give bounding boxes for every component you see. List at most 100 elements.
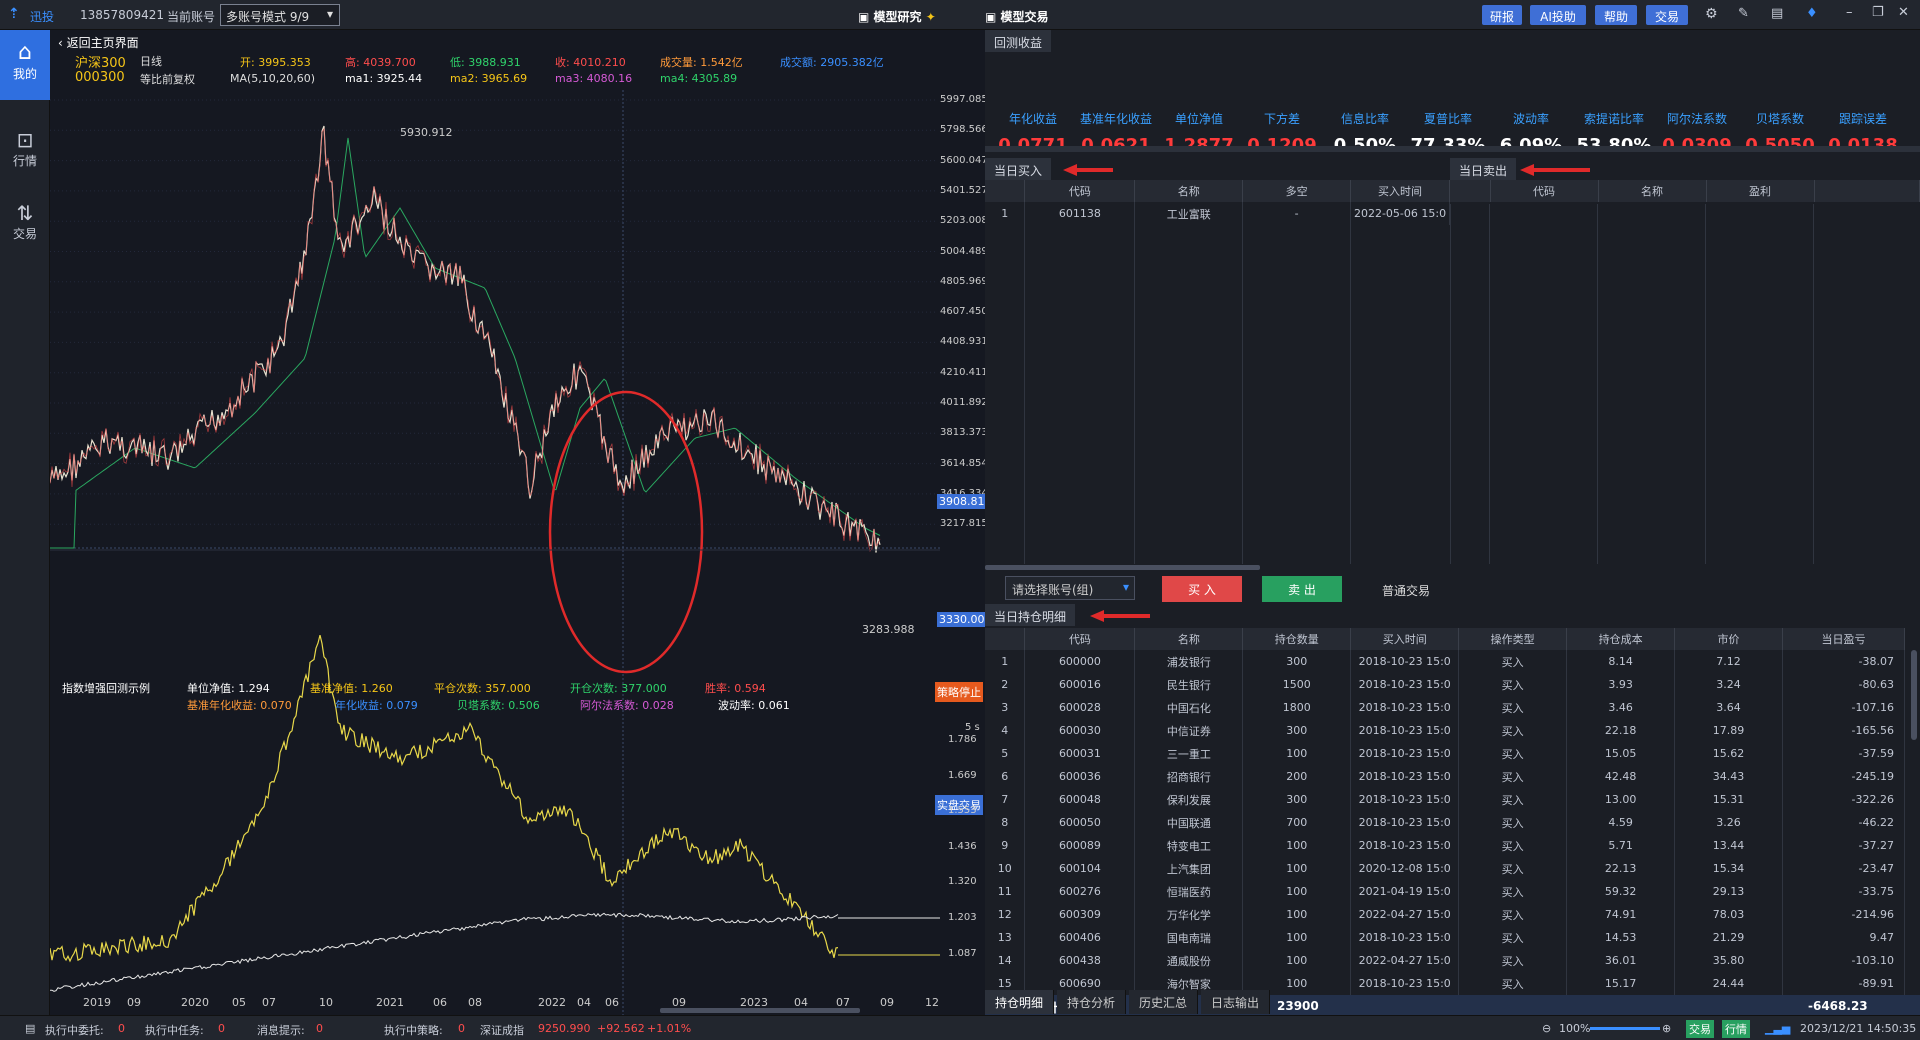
metric-label: 索提诺比率 xyxy=(1583,112,1644,126)
table-row[interactable]: 10 600104 上汽集团 100 2020-12-08 15:0 买入 22.13 15.… xyxy=(985,857,1905,880)
tab-backtest[interactable]: 回测收益 xyxy=(985,30,1052,52)
nav-tick: 1.436 xyxy=(948,840,977,852)
table-row[interactable]: 1 601138 工业富联 -2022-05-06 15:0 xyxy=(985,202,1450,225)
table-row[interactable]: 7 600048 保利发展 300 2018-10-23 15:0 买入 13.00 15.3… xyxy=(985,788,1905,811)
rocket-icon: ✦ xyxy=(925,10,936,24)
table-row[interactable]: 1 600000 浦发银行 300 2018-10-23 15:0 买入 8.14 7.12-… xyxy=(985,650,1905,673)
index-name: 沪深300 xyxy=(75,56,126,71)
account-select[interactable]: 多账号模式 9/9 ▾ xyxy=(220,4,340,26)
msg-count: 0 xyxy=(316,1022,323,1035)
volume: 成交量: 1.542亿 xyxy=(660,56,743,69)
right-panel: 回测收益 年化收益0.0771基准年化收益0.0621单位净值1.2877下方差… xyxy=(985,30,1920,1017)
logo-icon: ⇡ xyxy=(8,6,20,22)
time-tick: 08 xyxy=(468,996,482,1009)
metric-label: 夏普比率 xyxy=(1423,112,1472,126)
price-tick: 4805.969 xyxy=(940,275,988,287)
model-trade-tab[interactable]: ▣ 模型交易 xyxy=(985,8,1049,25)
metrics-scrollbar[interactable] xyxy=(985,146,1920,152)
total-pnl: -6468.23 xyxy=(1808,999,1868,1013)
screen-icon[interactable]: ▤ xyxy=(1771,6,1783,21)
quote-status-button[interactable]: 行情 xyxy=(1722,1020,1750,1038)
table-row[interactable]: 11 600276 恒瑞医药 100 2021-04-19 15:0 买入 59.32 29.… xyxy=(985,880,1905,903)
bench-annual: 基准年化收益: 0.070 xyxy=(187,699,292,712)
metric-label: 波动率 xyxy=(1512,112,1549,126)
open-price: 开: 3995.353 xyxy=(240,56,311,69)
table-row[interactable]: 3 600028 中国石化 1800 2018-10-23 15:0 买入 3.46 3.64… xyxy=(985,696,1905,719)
ma3: ma3: 4080.16 xyxy=(555,72,633,85)
trade-status-button[interactable]: 交易 xyxy=(1686,1020,1714,1038)
time-tick: 06 xyxy=(605,996,619,1009)
positions-table: 代码 名称 持仓数量 买入时间 操作类型 持仓成本 市价 当日盈亏 1 600000 浦发银行 30… xyxy=(985,628,1905,995)
table-row[interactable]: 8 600050 中国联通 700 2018-10-23 15:0 买入 4.59 3.26-… xyxy=(985,811,1905,834)
time-scrollbar[interactable] xyxy=(660,1008,860,1013)
table-row[interactable]: 6 600036 招商银行 200 2018-10-23 15:0 买入 42.48 34.4… xyxy=(985,765,1905,788)
zoom-slider[interactable] xyxy=(1590,1027,1660,1030)
table-row[interactable]: 5 600031 三一重工 100 2018-10-23 15:0 买入 15.05 15.6… xyxy=(985,742,1905,765)
gear-icon[interactable]: ⚙ xyxy=(1705,6,1718,22)
price-tick: 3813.373 xyxy=(940,427,988,439)
status-bar: ▤ 执行中委托: 0 执行中任务: 0 消息提示: 0 执行中策略: 0 深证成… xyxy=(0,1015,1920,1040)
tab-today-buy[interactable]: 当日买入 xyxy=(985,158,1052,180)
chart-icon: ⊡ xyxy=(16,128,34,152)
strategy-name: 指数增强回测示例 xyxy=(62,682,150,695)
index-code: 000300 xyxy=(75,70,125,85)
peak-label: 5930.912 xyxy=(400,126,453,139)
nav-tick: 1.786 xyxy=(948,734,977,745)
tab-position-detail[interactable]: 持仓明细 xyxy=(985,990,1055,1014)
tab-positions[interactable]: 当日持仓明细 xyxy=(985,604,1076,626)
price-tick: 5600.047 xyxy=(940,154,988,166)
tab-position-analysis[interactable]: 持仓分析 xyxy=(1057,990,1127,1014)
buy-scrollbar[interactable] xyxy=(985,565,1260,570)
tab-history-summary[interactable]: 历史汇总 xyxy=(1129,990,1199,1014)
back-link[interactable]: ‹ 返回主页界面 xyxy=(58,34,139,51)
sell-button[interactable]: 卖 出 xyxy=(1262,576,1342,602)
price-tick: 3614.854 xyxy=(940,457,988,469)
restore-icon[interactable]: ❐ xyxy=(1872,5,1884,20)
strategy-stop-button[interactable]: 策略停止 xyxy=(935,682,983,702)
chevron-down-icon: ▾ xyxy=(1122,580,1129,594)
ai-assist-button[interactable]: AI投助 xyxy=(1530,5,1586,25)
beta: 贝塔系数: 0.506 xyxy=(457,699,540,712)
research-report-button[interactable]: 研报 xyxy=(1482,5,1522,25)
msg-label[interactable]: 消息提示: xyxy=(257,1022,305,1038)
exec-strategies-label: 执行中策略: xyxy=(384,1024,443,1037)
minimize-icon[interactable]: – xyxy=(1846,5,1853,20)
table-row[interactable]: 9 600089 特变电工 100 2018-10-23 15:0 买入 5.71 13.44… xyxy=(985,834,1905,857)
zoom-in-icon[interactable]: ⊕ xyxy=(1662,1022,1671,1035)
tab-log-output[interactable]: 日志输出 xyxy=(1201,990,1271,1014)
sidebar: ⌂ 我的 ⊡ 行情 ⇅ 交易 xyxy=(0,30,50,1015)
table-row[interactable]: 14 600438 通威股份 100 2022-04-27 15:0 买入 36.01 35.… xyxy=(985,949,1905,972)
positions-scrollbar[interactable] xyxy=(1911,650,1917,740)
price-chart-svg xyxy=(50,90,940,1015)
model-research-tab[interactable]: ▣ 模型研究 ✦ xyxy=(858,8,936,25)
table-row[interactable]: 13 600406 国电南瑞 100 2018-10-23 15:0 买入 14.53 21.… xyxy=(985,926,1905,949)
sidebar-item-trade[interactable]: ⇅ 交易 xyxy=(0,195,50,265)
zoom-out-icon[interactable]: ⊖ xyxy=(1542,1022,1551,1035)
volatility: 波动率: 0.061 xyxy=(718,699,790,712)
close-icon[interactable]: ✕ xyxy=(1898,5,1909,20)
nav-tick: 1.553 xyxy=(948,805,977,817)
exec-tasks-label: 执行中任务: xyxy=(145,1024,204,1037)
highlight-ellipse xyxy=(548,390,704,674)
shirt-icon[interactable]: ♦ xyxy=(1806,6,1818,21)
table-row[interactable]: 4 600030 中信证券 300 2018-10-23 15:0 买入 22.18 17.8… xyxy=(985,719,1905,742)
buy-button[interactable]: 买 入 xyxy=(1162,576,1242,602)
metric-label: 阿尔法系数 xyxy=(1666,112,1727,126)
total-qty: 23900 xyxy=(1277,999,1319,1013)
normal-trade-link[interactable]: 普通交易 xyxy=(1382,582,1430,599)
close-price: 收: 4010.210 xyxy=(555,56,626,69)
help-button[interactable]: 帮助 xyxy=(1595,5,1637,25)
table-row[interactable]: 2 600016 民生银行 1500 2018-10-23 15:0 买入 3.93 3.24… xyxy=(985,673,1905,696)
sidebar-item-home[interactable]: ⌂ 我的 xyxy=(0,30,50,100)
win-rate: 胜率: 0.594 xyxy=(705,682,766,695)
tab-today-sell[interactable]: 当日卖出 xyxy=(1450,158,1517,180)
edit-icon[interactable]: ✎ xyxy=(1738,6,1749,21)
close-count: 平仓次数: 357.000 xyxy=(434,682,531,695)
table-row[interactable]: 12 600309 万华化学 100 2022-04-27 15:0 买入 74.91 78.… xyxy=(985,903,1905,926)
buy-table: 代码 名称 多空 买入时间 1 601138 工业富联 -2022-05-06 15:0 xyxy=(985,180,1450,225)
sidebar-item-market[interactable]: ⊡ 行情 xyxy=(0,122,50,192)
ma4: ma4: 4305.89 xyxy=(660,72,738,85)
benchmark-nav-line xyxy=(50,912,839,992)
account-group-select[interactable]: 请选择账号(组) ▾ xyxy=(1005,576,1135,600)
trade-button[interactable]: 交易 xyxy=(1646,5,1688,25)
